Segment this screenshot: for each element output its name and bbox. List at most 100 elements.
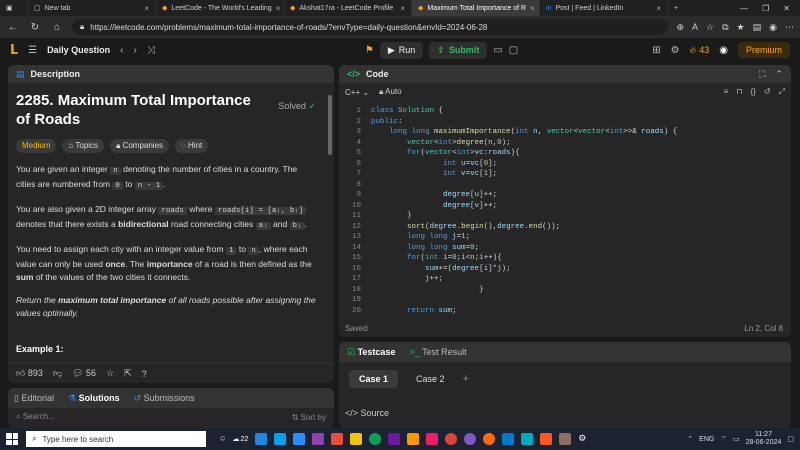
app-icon[interactable] <box>559 433 572 445</box>
extensions-icon[interactable]: ⧉ <box>722 22 728 33</box>
chevron-up-icon[interactable]: ⌃ <box>687 435 693 443</box>
auto-mode-toggle[interactable]: 🔒︎ Auto <box>379 87 402 97</box>
input-language[interactable]: ENG <box>699 436 714 443</box>
tab-testcase[interactable]: ☑ Testcase <box>347 347 395 358</box>
close-icon[interactable]: × <box>656 4 661 13</box>
avatar[interactable]: ◉ <box>719 45 728 56</box>
app-icon[interactable] <box>540 433 553 445</box>
battery-icon[interactable]: ▭ <box>733 435 740 443</box>
app-icon[interactable] <box>407 433 420 445</box>
app-icon[interactable] <box>255 433 268 445</box>
dreamweaver-icon[interactable] <box>426 433 439 445</box>
sort-button[interactable]: ⇅ Sort by <box>292 413 326 422</box>
collapse-icon[interactable]: ⌃ <box>775 69 783 80</box>
debug-icon[interactable]: ⚑ <box>365 45 374 56</box>
browser-tab-1[interactable]: ◆ LeetCode - The World's Leading × <box>156 0 284 16</box>
app-icon[interactable] <box>293 433 306 445</box>
refresh-icon[interactable]: ↻ <box>28 22 42 33</box>
app-icon[interactable] <box>274 433 287 445</box>
close-icon[interactable]: × <box>530 4 535 13</box>
vscode-icon[interactable] <box>502 433 515 445</box>
app-icon[interactable] <box>331 433 344 445</box>
description-scrollbar[interactable] <box>328 95 332 155</box>
star-icon[interactable]: ☆ <box>106 368 114 379</box>
app-icon[interactable] <box>521 433 534 445</box>
tab-actions-button[interactable]: ▣ <box>0 0 28 16</box>
problem-list-icon[interactable]: ☰ <box>28 45 37 56</box>
browser-tab-2[interactable]: ◆ Akshat17ra - LeetCode Profile × <box>284 0 412 16</box>
read-aloud-icon[interactable]: A <box>692 22 698 33</box>
tab-submissions[interactable]: ↺ Submissions <box>134 393 195 404</box>
tab-solutions[interactable]: ⚗ Solutions <box>68 393 120 404</box>
zoom-icon[interactable]: ⊕ <box>676 22 684 33</box>
layout-icon[interactable]: ⊞ <box>652 45 660 56</box>
daily-question-link[interactable]: Daily Question <box>47 45 110 55</box>
difficulty-badge[interactable]: Medium <box>16 139 57 153</box>
weather-widget[interactable]: ☁ 22 <box>232 433 248 445</box>
source-button[interactable]: </> Source <box>345 408 389 418</box>
maximize-icon[interactable]: ❐ <box>762 4 769 13</box>
code-editor[interactable]: class Solution { public: long long maxim… <box>339 103 791 319</box>
submit-button[interactable]: ⇪ Submit <box>429 41 488 59</box>
favorite-icon[interactable]: ☆ <box>706 22 714 33</box>
notes-icon[interactable]: ▭ <box>493 45 502 56</box>
comments-button[interactable]: 💬︎ 56 <box>72 368 96 379</box>
tab-test-result[interactable]: >_ Test Result <box>409 347 466 357</box>
language-select[interactable]: C++ ⌄ <box>345 88 369 97</box>
prev-problem-icon[interactable]: ‹ <box>120 45 123 56</box>
favorites-bar-icon[interactable]: ★ <box>737 22 745 33</box>
help-icon[interactable]: ? <box>142 369 147 379</box>
share-icon[interactable]: ⇱ <box>124 368 132 379</box>
browser-tab-3[interactable]: ◆ Maximum Total Importance of R × <box>412 0 540 16</box>
shuffle-icon[interactable]: ⤨ <box>147 45 155 56</box>
reset-icon[interactable]: ↺ <box>764 87 771 97</box>
file-explorer-icon[interactable] <box>350 433 363 445</box>
app-icon[interactable] <box>483 433 496 445</box>
settings-icon[interactable]: ⚙ <box>578 433 586 445</box>
run-button[interactable]: ▶ Run <box>379 41 424 59</box>
edge-icon[interactable] <box>369 433 382 445</box>
wifi-icon[interactable]: ⌔ <box>720 435 727 444</box>
app-icon[interactable] <box>464 433 477 445</box>
more-icon[interactable]: ⋯ <box>785 22 794 33</box>
task-view-icon[interactable]: ○ <box>220 433 225 445</box>
close-icon[interactable]: × <box>144 4 149 13</box>
like-button[interactable]: 👍︎ 893 <box>16 368 43 379</box>
new-tab-button[interactable]: + <box>668 0 688 16</box>
visual-studio-icon[interactable] <box>312 433 325 445</box>
topics-button[interactable]: ⌂ Topics <box>62 139 105 153</box>
settings-icon[interactable]: ⚙ <box>671 45 680 56</box>
next-problem-icon[interactable]: › <box>133 45 136 56</box>
code-tab[interactable]: </> Code ⛶ ⌃ <box>339 65 791 83</box>
format-icon[interactable]: ≡ <box>724 87 729 97</box>
expand-icon[interactable]: ⛶ <box>759 69 765 80</box>
bookmark-icon[interactable]: ⊓ <box>736 87 742 97</box>
thumbs-down-icon[interactable]: 👎︎ <box>53 368 62 379</box>
case-2-tab[interactable]: Case 2 <box>406 370 455 388</box>
streak-counter[interactable]: 🔥︎ 43 <box>690 45 710 56</box>
tab-editorial[interactable]: ▯ Editorial <box>14 393 54 404</box>
companies-button[interactable]: 🔒︎ Companies <box>110 139 170 153</box>
close-icon[interactable]: × <box>276 4 281 13</box>
back-icon[interactable]: ← <box>6 22 20 33</box>
browser-tab-4[interactable]: in Post | Feed | LinkedIn × <box>540 0 668 16</box>
problem-title[interactable]: 2285. Maximum Total Importance of Roads <box>16 91 256 129</box>
solutions-search-input[interactable]: ⌕ Search... <box>16 412 55 422</box>
description-tab[interactable]: ▤ Description <box>8 65 334 83</box>
chat-icon[interactable]: ▢ <box>509 45 518 56</box>
windows-start-icon[interactable] <box>6 433 18 445</box>
braces-icon[interactable]: {} <box>751 87 756 97</box>
home-icon[interactable]: ⌂ <box>50 22 64 33</box>
app-icon[interactable] <box>388 433 401 445</box>
taskbar-search-input[interactable]: ⌕ Type here to search <box>26 431 206 447</box>
minimize-icon[interactable]: — <box>740 4 748 13</box>
leetcode-logo-icon[interactable]: ᒪ <box>10 42 18 58</box>
taskbar-clock[interactable]: 11:27 28-06-2024 <box>746 431 782 447</box>
add-case-icon[interactable]: + <box>463 373 469 385</box>
chrome-icon[interactable] <box>445 433 458 445</box>
premium-button[interactable]: Premium <box>737 42 790 58</box>
close-icon[interactable]: × <box>400 4 405 13</box>
close-window-icon[interactable]: ✕ <box>783 4 790 13</box>
case-1-tab[interactable]: Case 1 <box>349 370 399 388</box>
hint-button[interactable]: ◌ Hint <box>175 139 209 153</box>
